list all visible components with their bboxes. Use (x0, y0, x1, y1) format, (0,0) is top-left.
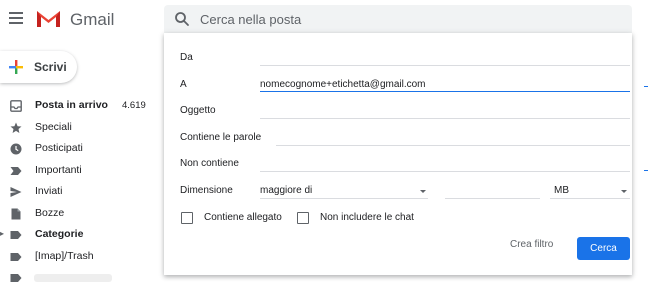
inbox-icon (10, 100, 22, 112)
label-icon (10, 231, 22, 239)
sidebar-item-important[interactable]: Importanti (0, 161, 160, 183)
clock-icon (10, 143, 22, 155)
from-label: Da (180, 52, 193, 63)
unread-count: 4.619 (122, 100, 146, 111)
sidebar-item-drafts[interactable]: Bozze (0, 204, 160, 226)
subject-label: Oggetto (180, 105, 216, 116)
not-has-label: Non contiene (180, 158, 239, 169)
sidebar-item-label: [Imap]/Trash (35, 249, 94, 262)
draft-icon (11, 208, 21, 219)
sidebar-item-label: Bozze (35, 206, 65, 219)
sidebar-item-categories[interactable]: ▸ Categorie (0, 225, 160, 247)
sidebar-item-label: Posticipati (35, 142, 83, 154)
subject-field[interactable] (260, 118, 630, 119)
from-field[interactable] (260, 65, 630, 66)
to-field-value[interactable]: nomecognome+etichetta@gmail.com (260, 79, 426, 90)
size-operator-underline (260, 198, 428, 199)
sidebar-item-label: Posta in arrivo (35, 99, 108, 111)
brand-name: Gmail (70, 10, 115, 29)
sidebar-item-label: Categorie (35, 228, 84, 240)
search-bar (164, 5, 632, 33)
sidebar-item-sent[interactable]: Inviati (0, 182, 160, 204)
has-words-label: Contiene le parole (180, 132, 262, 143)
advanced-search-panel: Da A nomecognome+etichetta@gmail.com Ogg… (164, 33, 632, 275)
background-link-fragment (644, 170, 648, 171)
background-link-fragment (644, 86, 648, 87)
sidebar-nav: Posta in arrivo 4.619 Speciali Posticipa… (0, 96, 160, 290)
label-icon (10, 252, 22, 261)
size-label: Dimensione (180, 185, 233, 196)
to-field[interactable] (260, 91, 630, 92)
sidebar-item-label: Speciali (35, 120, 72, 133)
has-attachment-label: Contiene allegato (204, 212, 282, 223)
sidebar-item-imap-trash[interactable]: [Imap]/Trash (0, 247, 160, 269)
sidebar-item-label: Importanti (35, 163, 82, 176)
redacted-label (34, 274, 112, 282)
not-has-field[interactable] (260, 171, 630, 172)
sidebar-item-blurred[interactable] (0, 268, 160, 290)
has-attachment-checkbox[interactable] (181, 212, 193, 224)
to-label: A (180, 79, 187, 90)
plus-icon (9, 60, 23, 74)
dropdown-arrow-icon (621, 190, 627, 193)
expand-caret-icon[interactable]: ▸ (0, 229, 4, 238)
compose-label: Scrivi (34, 60, 67, 74)
compose-button[interactable]: Scrivi (0, 51, 77, 83)
size-unit-underline (550, 198, 630, 199)
exclude-chats-label: Non includere le chat (320, 212, 414, 223)
sidebar-item-starred[interactable]: Speciali (0, 118, 160, 140)
search-icon[interactable] (174, 11, 190, 27)
size-unit-value: MB (554, 185, 569, 196)
sidebar-item-inbox[interactable]: Posta in arrivo 4.619 (0, 96, 160, 118)
has-words-field[interactable] (276, 145, 630, 146)
size-value-field[interactable] (445, 198, 540, 199)
search-input[interactable] (200, 10, 600, 28)
sidebar-item-snoozed[interactable]: Posticipati (0, 139, 160, 161)
search-button[interactable]: Cerca (577, 237, 630, 260)
dropdown-arrow-icon (420, 190, 426, 193)
hamburger-menu-icon[interactable] (9, 12, 23, 24)
label-icon (10, 274, 22, 282)
gmail-logo-icon[interactable] (35, 8, 62, 29)
important-icon (10, 166, 22, 175)
exclude-chats-checkbox[interactable] (297, 212, 309, 224)
size-operator-value: maggiore di (260, 185, 313, 196)
sidebar-item-label: Inviati (35, 185, 63, 197)
create-filter-button[interactable]: Crea filtro (510, 239, 553, 250)
send-icon (10, 187, 22, 197)
star-icon (10, 122, 22, 133)
